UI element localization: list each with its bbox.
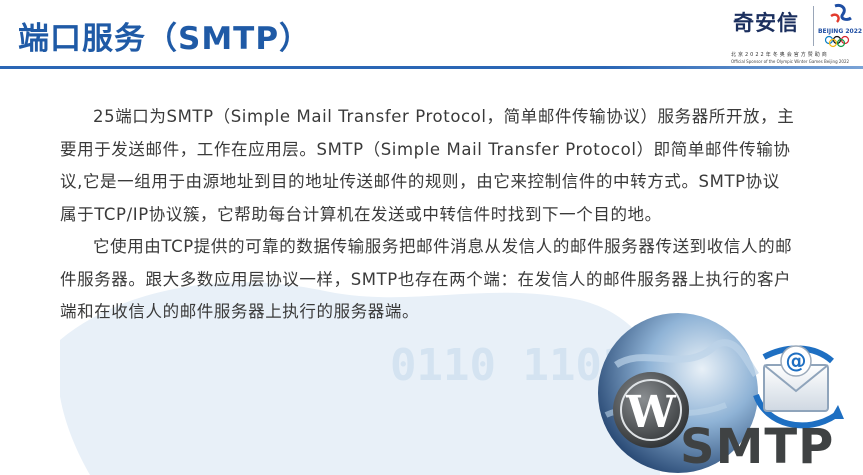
email-envelope-icon: @: [753, 345, 844, 429]
paragraph-1: 25端口为SMTP（Simple Mail Transfer Protocol，…: [60, 107, 795, 224]
wordpress-icon: W: [613, 372, 689, 448]
emblem-text: BEIJING 2022: [818, 28, 862, 35]
svg-text:W: W: [625, 387, 676, 438]
brand-divider: [813, 6, 814, 46]
brand-logo: 奇安信 BEIJING 2022 北京2022年冬奥会官方赞助商 Officia…: [727, 2, 863, 66]
smtp-label: SMTP: [680, 419, 835, 475]
brand-name: 奇安信: [733, 10, 799, 35]
svg-text:@: @: [786, 349, 807, 373]
page-title: 端口服务（SMTP）: [18, 21, 312, 57]
olympic-emblem-icon: BEIJING 2022: [818, 4, 862, 48]
sponsor-en: Official Sponsor of the Olympic Winter G…: [731, 59, 850, 64]
sponsor-cn: 北京2022年冬奥会官方赞助商: [731, 52, 829, 58]
slide: 0110 1101 端口服务（SMTP） 奇安信 BEIJING 2022 北京…: [0, 0, 863, 475]
body-text: 25端口为SMTP（Simple Mail Transfer Protocol，…: [60, 101, 796, 329]
header-divider: [0, 66, 863, 69]
watermark-digits: 0110 1101: [390, 340, 628, 391]
